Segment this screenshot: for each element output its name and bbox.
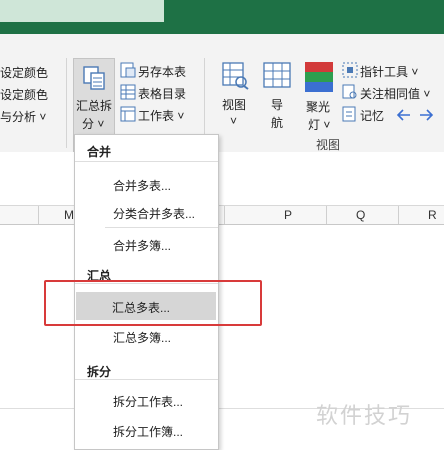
view-icon [222, 62, 249, 90]
save-sheet-label: 另存本表 [138, 65, 187, 79]
ribbon-left-item-3[interactable]: 与分析 ˅ [0, 108, 46, 125]
column-header-r[interactable]: R [428, 208, 437, 222]
navigation-label-2: 航 [271, 116, 284, 130]
spotlight-label: 聚光 [306, 100, 331, 114]
spotlight-icon [305, 62, 333, 92]
section-header-merge: 合并 [87, 145, 112, 159]
column-header-p[interactable]: P [284, 208, 292, 222]
view-label: 视图 [222, 98, 247, 112]
menu-item-merge-sheets[interactable]: 合并多表... [113, 177, 171, 194]
save-sheet-icon [120, 62, 136, 78]
ribbon: 设定颜色 设定颜色 与分析 ˅ 汇总拆 分 ˅ 另存本表 表格目录 工作表 ˅ [0, 34, 444, 152]
forward-arrow-icon[interactable] [418, 108, 434, 122]
pointer-tool-label: 指针工具 ˅ [360, 65, 419, 79]
back-arrow-icon[interactable] [396, 108, 412, 122]
view-group-label: 视图 [316, 138, 341, 152]
view-button[interactable]: 视图 ˅ [218, 62, 254, 150]
sheet-catalog-icon [120, 84, 136, 100]
column-header-m[interactable]: M [64, 208, 74, 222]
navigation-icon [263, 62, 291, 88]
sheet-catalog-label: 表格目录 [138, 87, 187, 101]
menu-item-summarize-workbooks[interactable]: 汇总多簿... [113, 329, 171, 346]
menu-item-category-merge-sheets[interactable]: 分类合并多表... [113, 205, 195, 222]
pointer-tool-icon [342, 62, 358, 78]
column-header-row: M P Q R [0, 205, 444, 225]
follow-same-value-label: 关注相同值 ˅ [360, 87, 431, 101]
summary-split-icon [83, 66, 105, 90]
section-header-split: 拆分 [87, 365, 112, 379]
ribbon-separator [66, 58, 67, 148]
navigation-button[interactable]: 导 航 [260, 62, 294, 150]
summary-split-label-2: 分 ˅ [82, 117, 105, 131]
menu-item-merge-workbooks[interactable]: 合并多簿... [113, 237, 171, 254]
highlight-callout-box [44, 280, 262, 326]
watermark: 软件技巧 [316, 403, 413, 428]
spotlight-label-2: 灯 ˅ [308, 118, 331, 132]
worksheet-icon [120, 106, 136, 122]
column-header-q[interactable]: Q [356, 208, 365, 222]
worksheet-label: 工作表 ˅ [138, 109, 185, 123]
ribbon-left-item-2[interactable]: 设定颜色 [0, 86, 48, 103]
menu-item-split-sheet[interactable]: 拆分工作表... [113, 393, 183, 410]
view-arrow: ˅ [230, 114, 238, 128]
title-tab [0, 0, 164, 22]
follow-value-icon [342, 84, 357, 99]
navigation-label: 导 [271, 98, 284, 112]
ribbon-left-item-1[interactable]: 设定颜色 [0, 64, 48, 81]
menu-item-split-workbook[interactable]: 拆分工作簿... [113, 423, 183, 440]
memory-icon [342, 106, 356, 122]
memory-label: 记忆 [360, 109, 385, 123]
summary-split-label: 汇总拆 [76, 99, 113, 113]
